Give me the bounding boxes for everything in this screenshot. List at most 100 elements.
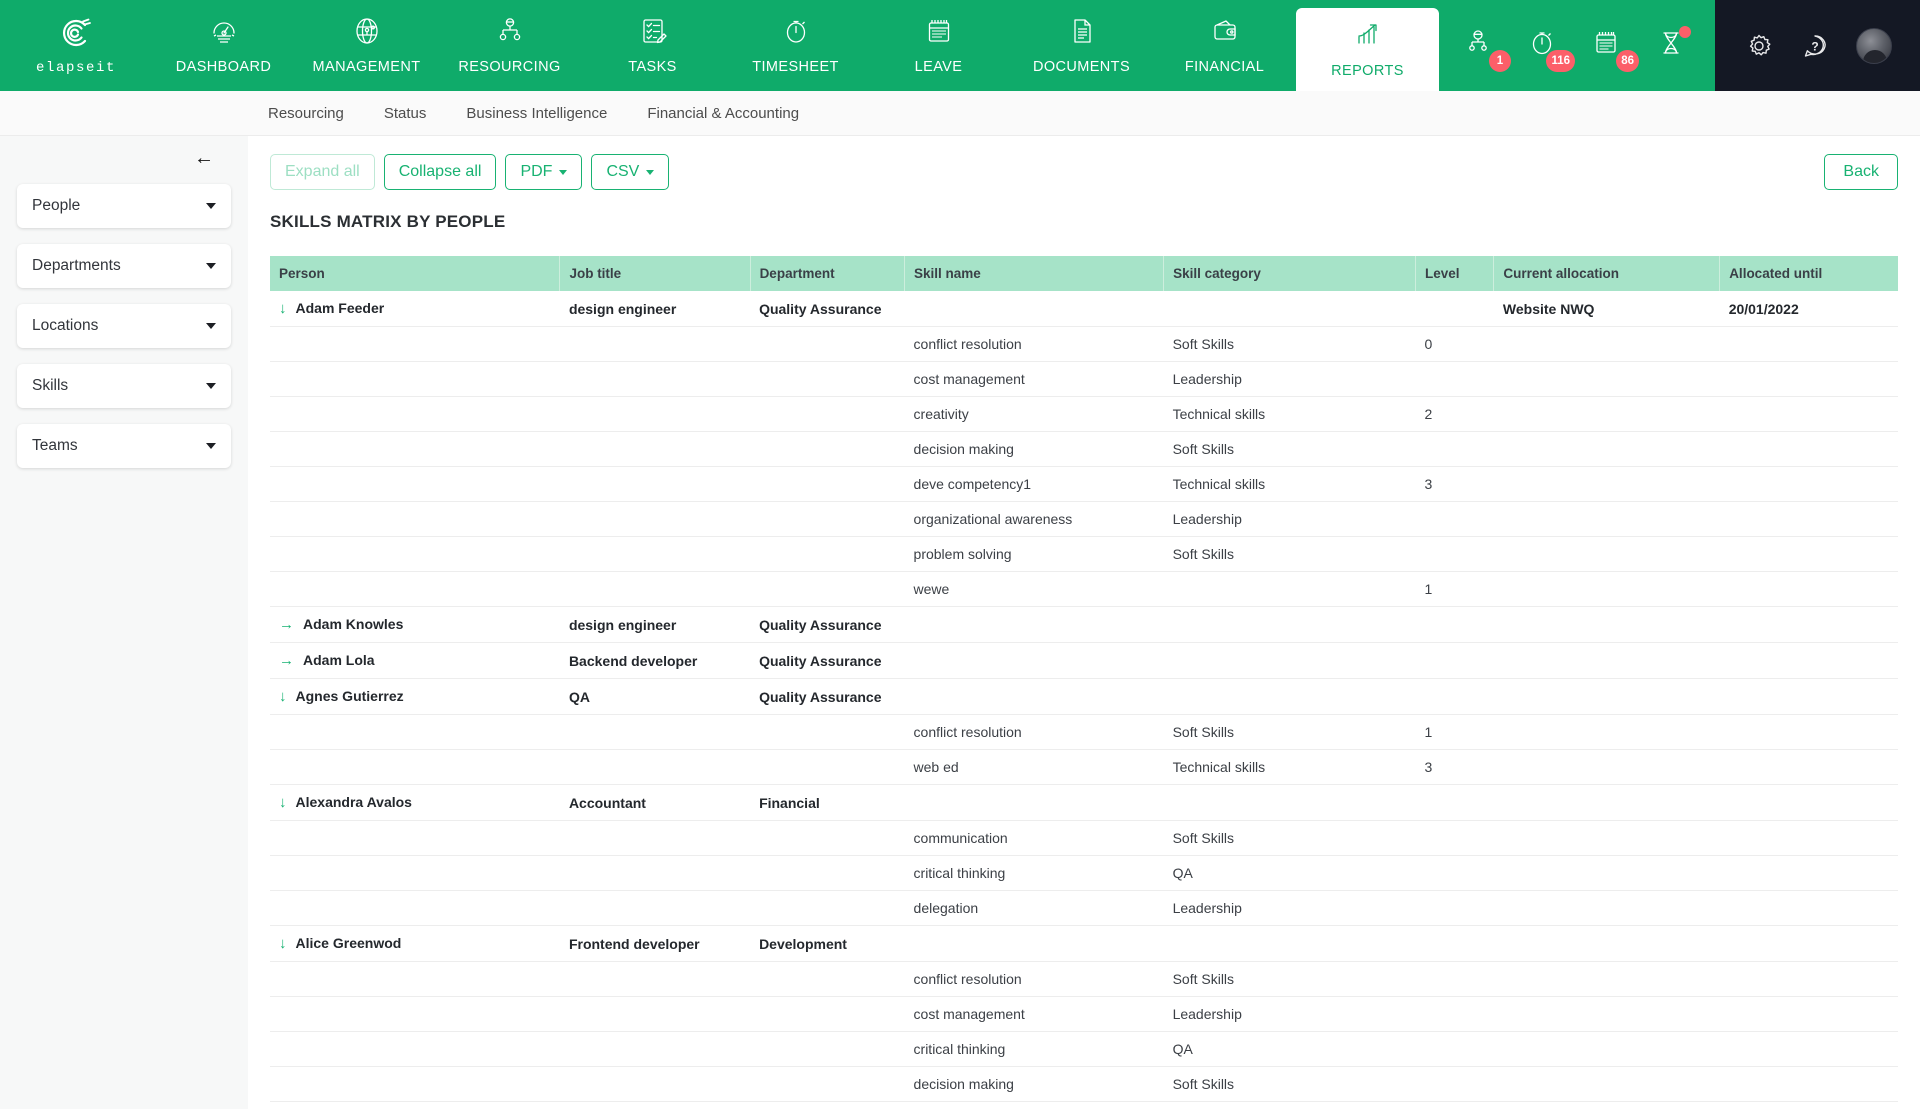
cell-until [1719,890,1898,926]
arrow-left-icon[interactable]: ← [194,148,214,168]
csv-export-button[interactable]: CSV [591,154,670,190]
cell-person [270,855,560,891]
nav-label: TIMESHEET [752,59,839,75]
pdf-export-button[interactable]: PDF [505,154,583,190]
expand-all-button[interactable]: Expand all [270,154,375,190]
table-body: ↓ Adam Feeder design engineer Quality Assur… [270,291,1898,1102]
avatar[interactable] [1855,27,1892,64]
cell-skill: deve competency1 [904,466,1164,502]
cell-job [559,1031,751,1067]
tab-financial-accounting[interactable]: Financial & Accounting [647,105,799,122]
cell-until [1719,855,1898,891]
question-help-icon[interactable]: ? [1800,31,1830,61]
arrow-down-icon[interactable]: ↓ [279,688,287,705]
arrow-down-icon[interactable]: ↓ [279,300,287,317]
badge-count: 86 [1616,49,1639,72]
back-button[interactable]: Back [1824,154,1898,190]
nav-item-tasks[interactable]: TASKS [581,0,724,91]
chevron-down-icon [646,169,655,175]
cell-person [270,536,560,572]
cell-dept [750,961,905,997]
cell-person [270,466,560,502]
tab-resourcing[interactable]: Resourcing [268,105,344,122]
nav-item-resourcing[interactable]: RESOURCING [438,0,581,91]
cell-person [270,996,560,1032]
nav-item-leave[interactable]: LEAVE [867,0,1010,91]
table-row-skill: web ed Technical skills 3 [270,749,1898,785]
column-header-skill-name[interactable]: Skill name [904,256,1165,291]
nav-item-financial[interactable]: FINANCIAL [1153,0,1296,91]
column-header-department[interactable]: Department [750,256,906,291]
cell-until [1719,678,1898,715]
cell-skill: conflict resolution [904,961,1164,997]
filter-locations[interactable]: Locations [17,304,231,348]
chevron-down-icon [206,383,216,389]
cell-category: Soft Skills [1163,536,1416,572]
filter-departments[interactable]: Departments [17,244,231,288]
collapse-all-button[interactable]: Collapse all [383,154,497,190]
arrow-right-icon[interactable]: → [279,616,294,633]
filter-skills[interactable]: Skills [17,364,231,408]
column-header-job-title[interactable]: Job title [559,256,751,291]
page-body: ← People Departments Locations Skills Te… [0,136,1920,1109]
dashboard-icon [209,16,239,51]
cell-person [270,571,560,607]
table-row-person[interactable]: → Adam Lola Backend developer Quality Assur… [270,642,1898,679]
filter-people[interactable]: People [17,184,231,228]
gear-icon[interactable] [1744,31,1774,61]
cell-person [270,431,560,467]
cell-skill: cost management [904,996,1164,1032]
column-header-level[interactable]: Level [1415,256,1495,291]
badge-leave-pending[interactable]: 86 [1583,22,1639,72]
cell-until: 20/01/2022 [1719,291,1898,327]
cell-person: → Adam Knowles [270,606,560,643]
arrow-right-icon[interactable]: → [279,652,294,669]
cell-dept [750,361,905,397]
nav-item-documents[interactable]: DOCUMENTS [1010,0,1153,91]
nav-item-dashboard[interactable]: DASHBOARD [152,0,295,91]
cell-allocation [1493,1066,1720,1102]
filter-teams[interactable]: Teams [17,424,231,468]
table-row-person[interactable]: ↓ Agnes Gutierrez QA Quality Assurance [270,678,1898,715]
arrow-down-icon[interactable]: ↓ [279,794,287,811]
cell-allocation [1493,749,1720,785]
cell-allocation [1493,1031,1720,1067]
table-row-skill: decision making Soft Skills [270,431,1898,467]
nav-item-management[interactable]: MANAGEMENT [295,0,438,91]
cell-category: Technical skills [1163,749,1416,785]
cell-until [1719,361,1898,397]
badge-timesheet-pending[interactable]: 116 [1519,22,1575,72]
cell-category: QA [1163,855,1416,891]
brand-logo[interactable]: elapseit [0,0,152,91]
nav-item-timesheet[interactable]: TIMESHEET [724,0,867,91]
table-row-skill: delegation Leadership [270,890,1898,926]
arrow-down-icon[interactable]: ↓ [279,935,287,952]
cell-allocation [1493,431,1720,467]
column-header-allocated-until[interactable]: Allocated until [1719,256,1898,291]
tab-status[interactable]: Status [384,105,427,122]
table-row-person[interactable]: ↓ Alexandra Avalos Accountant Financial [270,784,1898,821]
cell-until [1719,606,1898,643]
column-header-skill-category[interactable]: Skill category [1163,256,1416,291]
cell-until [1719,820,1898,856]
chevron-down-icon [206,323,216,329]
cell-until [1719,571,1898,607]
column-header-person[interactable]: Person [270,256,561,291]
table-row-person[interactable]: → Adam Knowles design engineer Quality Assu… [270,606,1898,643]
cell-category: Soft Skills [1163,820,1416,856]
table-row-person[interactable]: ↓ Adam Feeder design engineer Quality Assur… [270,291,1898,327]
column-header-current-allocation[interactable]: Current allocation [1493,256,1721,291]
cell-level [1415,820,1494,856]
cell-level: 3 [1415,749,1494,785]
table-row-skill: conflict resolution Soft Skills [270,961,1898,997]
cell-category: Technical skills [1163,396,1416,432]
cell-job [559,714,751,750]
nav-item-reports[interactable]: REPORTS [1296,8,1439,91]
tab-business-intelligence[interactable]: Business Intelligence [466,105,607,122]
table-row-person[interactable]: ↓ Alice Greenwod Frontend developer Develop… [270,925,1898,962]
cell-category [1163,678,1416,715]
main-nav-items: DASHBOARD MANAGEMENT RESOURCING TASKS TI… [152,0,1439,91]
report-content: Expand all Collapse all PDF CSV Back SKI… [248,136,1920,1109]
badge-person-approval[interactable]: 1 [1455,22,1511,72]
badge-hourglass[interactable] [1647,22,1695,70]
